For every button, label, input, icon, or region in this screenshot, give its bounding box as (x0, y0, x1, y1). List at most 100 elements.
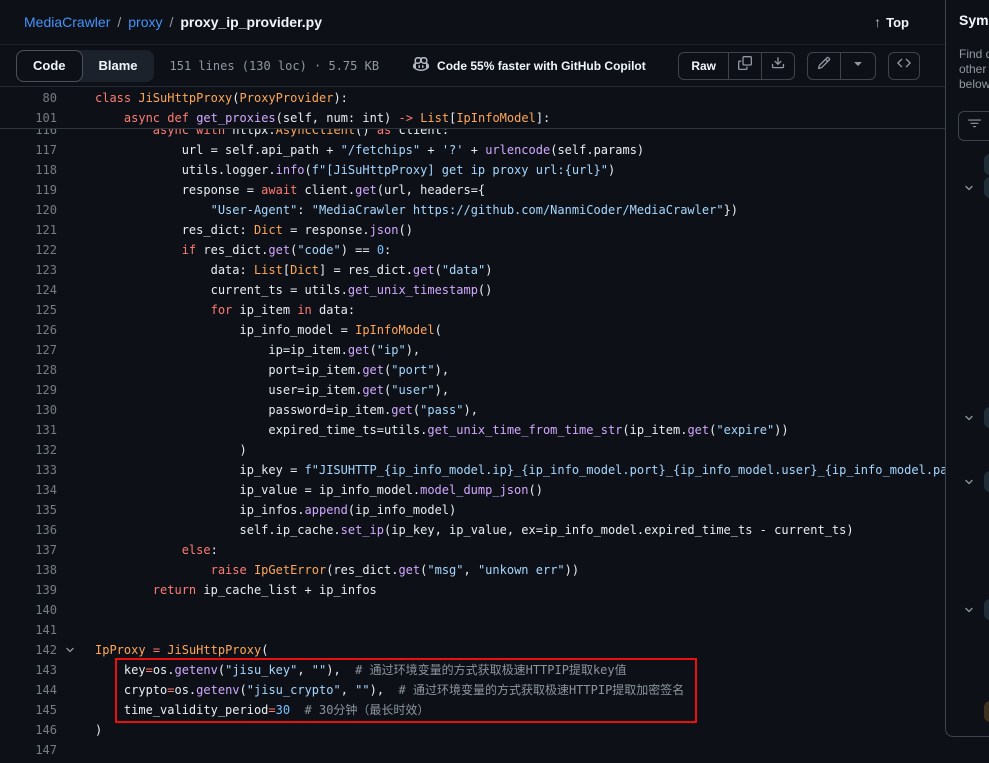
code-text: res_dict: Dict = response.json() (95, 220, 413, 240)
line-number[interactable]: 122 (0, 240, 57, 260)
symbols-desc-line: below or in the code. (959, 77, 989, 92)
chevron-down-icon[interactable] (963, 411, 975, 429)
code-text: if res_dict.get("code") == 0: (95, 240, 391, 260)
triangle-down-icon (850, 55, 866, 76)
line-number[interactable]: 123 (0, 260, 57, 280)
edit-button[interactable] (808, 53, 840, 79)
line-number[interactable]: 146 (0, 720, 57, 740)
line-number[interactable]: 124 (0, 280, 57, 300)
code-text: ip_infos.append(ip_info_model) (95, 500, 456, 520)
copy-button[interactable] (728, 53, 761, 79)
line-number[interactable]: 119 (0, 180, 57, 200)
code-line: 130 password=ip_item.get("pass"), (0, 400, 945, 420)
breadcrumb: MediaCrawler / proxy / proxy_ip_provider… (24, 14, 322, 30)
line-number[interactable]: 135 (0, 500, 57, 520)
code-text: current_ts = utils.get_unix_timestamp() (95, 280, 492, 300)
back-to-top-link[interactable]: ↑ Top (874, 14, 909, 30)
symbol-item[interactable] (984, 154, 989, 175)
code-line: 123 data: List[Dict] = res_dict.get("dat… (0, 260, 945, 280)
code-line: 129 user=ip_item.get("user"), (0, 380, 945, 400)
code-line: 146) (0, 720, 945, 740)
code-line: 119 response = await client.get(url, hea… (0, 180, 945, 200)
code-line: 140 (0, 600, 945, 620)
code-text: raise IpGetError(res_dict.get("msg", "un… (95, 560, 579, 580)
code-line: 135 ip_infos.append(ip_info_model) (0, 500, 945, 520)
symbol-item[interactable] (984, 599, 989, 620)
edit-dropdown-button[interactable] (840, 53, 875, 79)
breadcrumb-separator: / (117, 14, 121, 30)
line-number[interactable]: 130 (0, 400, 57, 420)
symbol-item[interactable] (984, 407, 989, 428)
line-number[interactable]: 144 (0, 680, 57, 700)
line-number[interactable]: 147 (0, 740, 57, 760)
code-line: 118 utils.logger.info(f"[JiSuHttpProxy] … (0, 160, 945, 180)
symbols-desc-line: Find definitions and references for func… (959, 47, 989, 62)
line-number[interactable]: 132 (0, 440, 57, 460)
line-number[interactable]: 141 (0, 620, 57, 640)
symbol-item[interactable] (984, 701, 989, 722)
line-number[interactable]: 80 (0, 88, 57, 108)
line-number[interactable]: 129 (0, 380, 57, 400)
code-line: 132 ) (0, 440, 945, 460)
line-number[interactable]: 140 (0, 600, 57, 620)
code-line: 147 (0, 740, 945, 760)
line-number[interactable]: 138 (0, 560, 57, 580)
code-text: async def get_proxies(self, num: int) ->… (95, 108, 550, 128)
line-number[interactable]: 145 (0, 700, 57, 720)
fold-chevron-icon[interactable] (57, 640, 95, 660)
chevron-down-icon[interactable] (963, 475, 975, 493)
code-line: 133 ip_key = f"JISUHTTP_{ip_info_model.i… (0, 460, 945, 480)
code-text: password=ip_item.get("pass"), (95, 400, 478, 420)
line-number[interactable]: 118 (0, 160, 57, 180)
file-toolbar: Code Blame 151 lines (130 loc) · 5.75 KB… (0, 45, 945, 87)
line-number[interactable]: 142 (0, 640, 57, 660)
breadcrumb-repo-link[interactable]: MediaCrawler (24, 14, 110, 30)
line-number[interactable]: 137 (0, 540, 57, 560)
line-number[interactable]: 136 (0, 520, 57, 540)
edit-group (807, 52, 876, 80)
copy-icon (738, 56, 752, 75)
tab-blame[interactable]: Blame (83, 50, 154, 82)
line-number[interactable]: 117 (0, 140, 57, 160)
copilot-banner[interactable]: Code 55% faster with GitHub Copilot (413, 56, 646, 75)
line-number[interactable]: 133 (0, 460, 57, 480)
code-view: 116 async with httpx.AsyncClient() as cl… (0, 87, 945, 763)
code-text: user=ip_item.get("user"), (95, 380, 449, 400)
line-number[interactable]: 128 (0, 360, 57, 380)
symbol-item[interactable] (984, 471, 989, 492)
code-text: self.ip_cache.set_ip(ip_key, ip_value, e… (95, 520, 854, 540)
tab-code[interactable]: Code (16, 50, 83, 82)
chevron-down-icon[interactable] (963, 181, 975, 199)
code-line: 141 (0, 620, 945, 640)
symbol-item[interactable] (984, 177, 989, 198)
line-number[interactable]: 126 (0, 320, 57, 340)
code-line: 126 ip_info_model = IpInfoModel( (0, 320, 945, 340)
line-number[interactable]: 139 (0, 580, 57, 600)
code-text: ip_value = ip_info_model.model_dump_json… (95, 480, 543, 500)
line-number[interactable]: 131 (0, 420, 57, 440)
download-button[interactable] (761, 53, 794, 79)
line-number[interactable]: 127 (0, 340, 57, 360)
code-line: 139 return ip_cache_list + ip_infos (0, 580, 945, 600)
code-line: 120 "User-Agent": "MediaCrawler https://… (0, 200, 945, 220)
line-number[interactable]: 143 (0, 660, 57, 680)
code-line: 134 ip_value = ip_info_model.model_dump_… (0, 480, 945, 500)
line-number[interactable]: 121 (0, 220, 57, 240)
chevron-down-icon[interactable] (963, 603, 975, 621)
code-line: 125 for ip_item in data: (0, 300, 945, 320)
download-icon (771, 56, 785, 75)
raw-button[interactable]: Raw (679, 53, 728, 79)
code-line: 142IpProxy = JiSuHttpProxy( (0, 640, 945, 660)
line-number[interactable]: 120 (0, 200, 57, 220)
code-text: ) (95, 440, 247, 460)
line-number[interactable]: 134 (0, 480, 57, 500)
symbols-filter-input[interactable] (958, 111, 989, 141)
breadcrumb-folder-link[interactable]: proxy (128, 14, 162, 30)
line-number[interactable]: 101 (0, 108, 57, 128)
code-text: ) (95, 720, 102, 740)
code-line: 128 port=ip_item.get("port"), (0, 360, 945, 380)
symbols-pane-toggle-button[interactable] (888, 52, 920, 80)
line-number[interactable]: 125 (0, 300, 57, 320)
code-line: 124 current_ts = utils.get_unix_timestam… (0, 280, 945, 300)
arrow-up-icon: ↑ (874, 14, 881, 30)
